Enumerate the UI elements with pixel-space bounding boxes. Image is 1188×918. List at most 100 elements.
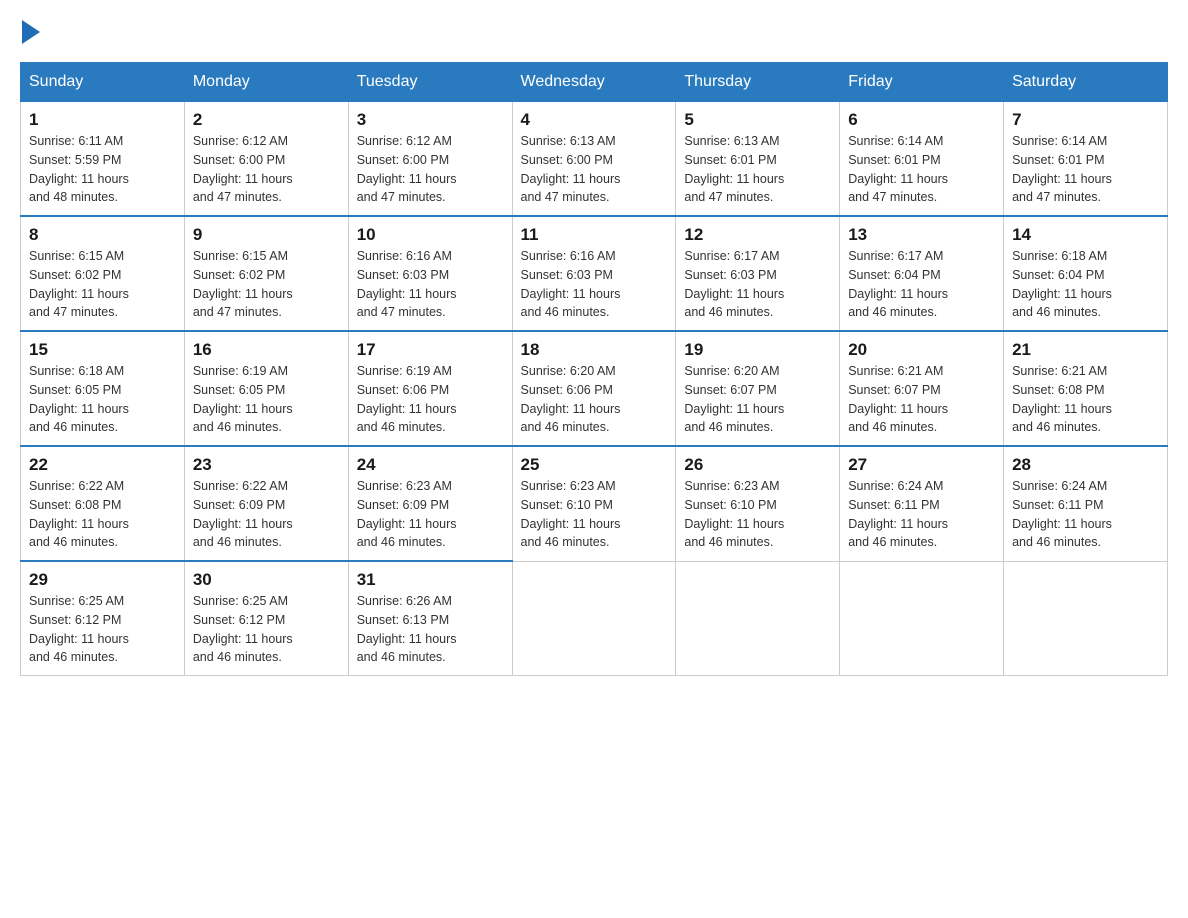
calendar-cell: 29 Sunrise: 6:25 AMSunset: 6:12 PMDaylig… xyxy=(21,561,185,676)
day-number: 16 xyxy=(193,340,340,360)
calendar-cell: 8 Sunrise: 6:15 AMSunset: 6:02 PMDayligh… xyxy=(21,216,185,331)
calendar-cell: 31 Sunrise: 6:26 AMSunset: 6:13 PMDaylig… xyxy=(348,561,512,676)
calendar-cell: 5 Sunrise: 6:13 AMSunset: 6:01 PMDayligh… xyxy=(676,102,840,217)
calendar-cell: 2 Sunrise: 6:12 AMSunset: 6:00 PMDayligh… xyxy=(184,102,348,217)
calendar-cell: 30 Sunrise: 6:25 AMSunset: 6:12 PMDaylig… xyxy=(184,561,348,676)
calendar-cell: 15 Sunrise: 6:18 AMSunset: 6:05 PMDaylig… xyxy=(21,331,185,446)
page-header xyxy=(20,20,1168,44)
day-info: Sunrise: 6:18 AMSunset: 6:04 PMDaylight:… xyxy=(1012,249,1112,319)
calendar-cell: 11 Sunrise: 6:16 AMSunset: 6:03 PMDaylig… xyxy=(512,216,676,331)
day-info: Sunrise: 6:25 AMSunset: 6:12 PMDaylight:… xyxy=(29,594,129,664)
calendar-cell: 16 Sunrise: 6:19 AMSunset: 6:05 PMDaylig… xyxy=(184,331,348,446)
day-info: Sunrise: 6:12 AMSunset: 6:00 PMDaylight:… xyxy=(357,134,457,204)
day-number: 31 xyxy=(357,570,504,590)
day-info: Sunrise: 6:24 AMSunset: 6:11 PMDaylight:… xyxy=(1012,479,1112,549)
calendar-table: SundayMondayTuesdayWednesdayThursdayFrid… xyxy=(20,62,1168,676)
calendar-cell: 27 Sunrise: 6:24 AMSunset: 6:11 PMDaylig… xyxy=(840,446,1004,561)
day-info: Sunrise: 6:13 AMSunset: 6:00 PMDaylight:… xyxy=(521,134,621,204)
logo xyxy=(20,20,42,44)
day-number: 21 xyxy=(1012,340,1159,360)
day-info: Sunrise: 6:20 AMSunset: 6:07 PMDaylight:… xyxy=(684,364,784,434)
day-number: 12 xyxy=(684,225,831,245)
day-info: Sunrise: 6:17 AMSunset: 6:04 PMDaylight:… xyxy=(848,249,948,319)
week-row-1: 1 Sunrise: 6:11 AMSunset: 5:59 PMDayligh… xyxy=(21,102,1168,217)
day-number: 29 xyxy=(29,570,176,590)
day-number: 24 xyxy=(357,455,504,475)
header-monday: Monday xyxy=(184,63,348,102)
calendar-cell: 9 Sunrise: 6:15 AMSunset: 6:02 PMDayligh… xyxy=(184,216,348,331)
week-row-5: 29 Sunrise: 6:25 AMSunset: 6:12 PMDaylig… xyxy=(21,561,1168,676)
calendar-cell: 23 Sunrise: 6:22 AMSunset: 6:09 PMDaylig… xyxy=(184,446,348,561)
header-sunday: Sunday xyxy=(21,63,185,102)
calendar-cell: 28 Sunrise: 6:24 AMSunset: 6:11 PMDaylig… xyxy=(1004,446,1168,561)
day-info: Sunrise: 6:24 AMSunset: 6:11 PMDaylight:… xyxy=(848,479,948,549)
day-info: Sunrise: 6:15 AMSunset: 6:02 PMDaylight:… xyxy=(193,249,293,319)
header-saturday: Saturday xyxy=(1004,63,1168,102)
day-info: Sunrise: 6:19 AMSunset: 6:05 PMDaylight:… xyxy=(193,364,293,434)
day-number: 2 xyxy=(193,110,340,130)
logo-arrow-icon xyxy=(22,20,40,44)
calendar-cell: 21 Sunrise: 6:21 AMSunset: 6:08 PMDaylig… xyxy=(1004,331,1168,446)
week-row-2: 8 Sunrise: 6:15 AMSunset: 6:02 PMDayligh… xyxy=(21,216,1168,331)
day-info: Sunrise: 6:16 AMSunset: 6:03 PMDaylight:… xyxy=(521,249,621,319)
calendar-cell: 3 Sunrise: 6:12 AMSunset: 6:00 PMDayligh… xyxy=(348,102,512,217)
day-number: 28 xyxy=(1012,455,1159,475)
day-info: Sunrise: 6:19 AMSunset: 6:06 PMDaylight:… xyxy=(357,364,457,434)
day-info: Sunrise: 6:18 AMSunset: 6:05 PMDaylight:… xyxy=(29,364,129,434)
calendar-cell: 13 Sunrise: 6:17 AMSunset: 6:04 PMDaylig… xyxy=(840,216,1004,331)
header-wednesday: Wednesday xyxy=(512,63,676,102)
calendar-cell: 10 Sunrise: 6:16 AMSunset: 6:03 PMDaylig… xyxy=(348,216,512,331)
calendar-cell: 18 Sunrise: 6:20 AMSunset: 6:06 PMDaylig… xyxy=(512,331,676,446)
day-number: 15 xyxy=(29,340,176,360)
day-number: 27 xyxy=(848,455,995,475)
day-number: 5 xyxy=(684,110,831,130)
day-info: Sunrise: 6:22 AMSunset: 6:09 PMDaylight:… xyxy=(193,479,293,549)
calendar-cell: 25 Sunrise: 6:23 AMSunset: 6:10 PMDaylig… xyxy=(512,446,676,561)
day-number: 20 xyxy=(848,340,995,360)
header-thursday: Thursday xyxy=(676,63,840,102)
header-friday: Friday xyxy=(840,63,1004,102)
calendar-cell: 4 Sunrise: 6:13 AMSunset: 6:00 PMDayligh… xyxy=(512,102,676,217)
calendar-cell: 17 Sunrise: 6:19 AMSunset: 6:06 PMDaylig… xyxy=(348,331,512,446)
day-number: 7 xyxy=(1012,110,1159,130)
day-number: 26 xyxy=(684,455,831,475)
day-info: Sunrise: 6:21 AMSunset: 6:08 PMDaylight:… xyxy=(1012,364,1112,434)
day-info: Sunrise: 6:23 AMSunset: 6:10 PMDaylight:… xyxy=(521,479,621,549)
day-info: Sunrise: 6:21 AMSunset: 6:07 PMDaylight:… xyxy=(848,364,948,434)
header-tuesday: Tuesday xyxy=(348,63,512,102)
header-row: SundayMondayTuesdayWednesdayThursdayFrid… xyxy=(21,63,1168,102)
calendar-cell: 20 Sunrise: 6:21 AMSunset: 6:07 PMDaylig… xyxy=(840,331,1004,446)
calendar-cell: 22 Sunrise: 6:22 AMSunset: 6:08 PMDaylig… xyxy=(21,446,185,561)
day-info: Sunrise: 6:11 AMSunset: 5:59 PMDaylight:… xyxy=(29,134,129,204)
day-number: 23 xyxy=(193,455,340,475)
calendar-cell xyxy=(1004,561,1168,676)
day-info: Sunrise: 6:14 AMSunset: 6:01 PMDaylight:… xyxy=(848,134,948,204)
day-number: 17 xyxy=(357,340,504,360)
day-info: Sunrise: 6:25 AMSunset: 6:12 PMDaylight:… xyxy=(193,594,293,664)
day-info: Sunrise: 6:12 AMSunset: 6:00 PMDaylight:… xyxy=(193,134,293,204)
day-info: Sunrise: 6:23 AMSunset: 6:09 PMDaylight:… xyxy=(357,479,457,549)
calendar-cell: 19 Sunrise: 6:20 AMSunset: 6:07 PMDaylig… xyxy=(676,331,840,446)
day-number: 30 xyxy=(193,570,340,590)
day-number: 11 xyxy=(521,225,668,245)
day-number: 3 xyxy=(357,110,504,130)
day-number: 6 xyxy=(848,110,995,130)
day-number: 13 xyxy=(848,225,995,245)
calendar-cell: 1 Sunrise: 6:11 AMSunset: 5:59 PMDayligh… xyxy=(21,102,185,217)
calendar-cell: 6 Sunrise: 6:14 AMSunset: 6:01 PMDayligh… xyxy=(840,102,1004,217)
calendar-cell: 14 Sunrise: 6:18 AMSunset: 6:04 PMDaylig… xyxy=(1004,216,1168,331)
calendar-cell: 7 Sunrise: 6:14 AMSunset: 6:01 PMDayligh… xyxy=(1004,102,1168,217)
day-info: Sunrise: 6:23 AMSunset: 6:10 PMDaylight:… xyxy=(684,479,784,549)
day-number: 19 xyxy=(684,340,831,360)
day-info: Sunrise: 6:26 AMSunset: 6:13 PMDaylight:… xyxy=(357,594,457,664)
calendar-cell: 24 Sunrise: 6:23 AMSunset: 6:09 PMDaylig… xyxy=(348,446,512,561)
calendar-cell xyxy=(676,561,840,676)
day-number: 22 xyxy=(29,455,176,475)
day-number: 8 xyxy=(29,225,176,245)
calendar-cell: 12 Sunrise: 6:17 AMSunset: 6:03 PMDaylig… xyxy=(676,216,840,331)
calendar-cell xyxy=(512,561,676,676)
day-number: 25 xyxy=(521,455,668,475)
calendar-cell xyxy=(840,561,1004,676)
day-info: Sunrise: 6:16 AMSunset: 6:03 PMDaylight:… xyxy=(357,249,457,319)
calendar-cell: 26 Sunrise: 6:23 AMSunset: 6:10 PMDaylig… xyxy=(676,446,840,561)
